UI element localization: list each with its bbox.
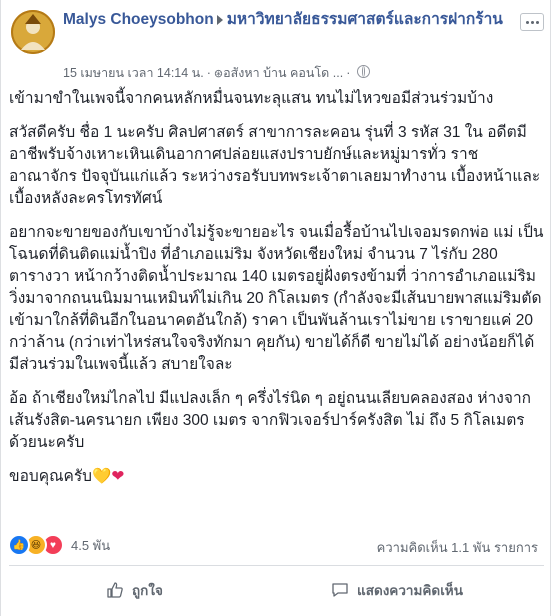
comment-icon <box>332 583 348 597</box>
post-body: เข้ามาขำในเพจนี้จากคนหลักหมื่นจนทะลุแสน … <box>9 88 544 500</box>
dot-icon <box>530 20 534 24</box>
post-meta: 15 เมษายน เวลา 14:14 น. · ⊛อสังหา บ้าน คอน… <box>63 63 371 83</box>
group-name[interactable]: มหาวิทยาลัยธรรมศาสตร์และการฝากร้าน <box>227 11 503 28</box>
red-heart-icon: ❤ <box>111 468 125 485</box>
thumbs-up-icon <box>107 582 123 598</box>
comment-button[interactable]: แสดงความคิดเห็น <box>331 579 463 601</box>
dot-icon <box>525 20 529 24</box>
caret-right-icon <box>216 14 223 25</box>
post-paragraph: อ้อ ถ้าเชียงใหม่ไกลไป มีแปลงเล็ก ๆ ครึ่ง… <box>9 390 532 451</box>
like-reaction-icon: 👍 <box>8 534 30 556</box>
post-options-button[interactable] <box>520 13 544 31</box>
separator: · <box>206 66 211 80</box>
globe-icon[interactable] <box>357 65 371 78</box>
reaction-count[interactable]: 4.5 พัน <box>71 535 110 556</box>
post-paragraph: อยากจะขายของกับเขาบ้างไม่รู้จะขายอะไร จน… <box>9 224 544 373</box>
reaction-summary[interactable]: 👍 😆 ♥ 4.5 พัน <box>8 534 110 556</box>
post-timestamp[interactable]: 15 เมษายน เวลา 14:14 น. <box>63 66 204 80</box>
yellow-heart-icon: 💛 <box>92 468 112 485</box>
like-button[interactable]: ถูกใจ <box>106 579 163 601</box>
separator: · <box>346 66 351 80</box>
tag-icon: ⊛ <box>213 68 224 80</box>
comment-label: แสดงความคิดเห็น <box>357 583 463 598</box>
post-header: Malys Choeysobhon มหาวิทยาลัยธรรมศาสตร์แล… <box>63 9 503 31</box>
post-paragraph: สวัสดีครับ ชื่อ 1 นะครับ ศิลปศาสตร์ สาขา… <box>9 124 541 207</box>
post-card: Malys Choeysobhon มหาวิทยาลัยธรรมศาสตร์แล… <box>0 0 551 616</box>
comment-count[interactable]: ความคิดเห็น 1.1 พัน รายการ <box>377 537 538 558</box>
post-paragraph: เข้ามาขำในเพจนี้จากคนหลักหมื่นจนทะลุแสน … <box>9 90 494 107</box>
post-paragraph-closing: ขอบคุณครับ💛❤ <box>9 466 544 488</box>
post-location[interactable]: อสังหา บ้าน คอนโด ... <box>223 66 343 80</box>
like-label: ถูกใจ <box>132 583 163 598</box>
dot-icon <box>535 20 539 24</box>
closing-text: ขอบคุณครับ <box>9 468 93 485</box>
avatar[interactable] <box>11 10 55 54</box>
divider <box>9 565 544 566</box>
author-name[interactable]: Malys Choeysobhon <box>63 11 214 28</box>
